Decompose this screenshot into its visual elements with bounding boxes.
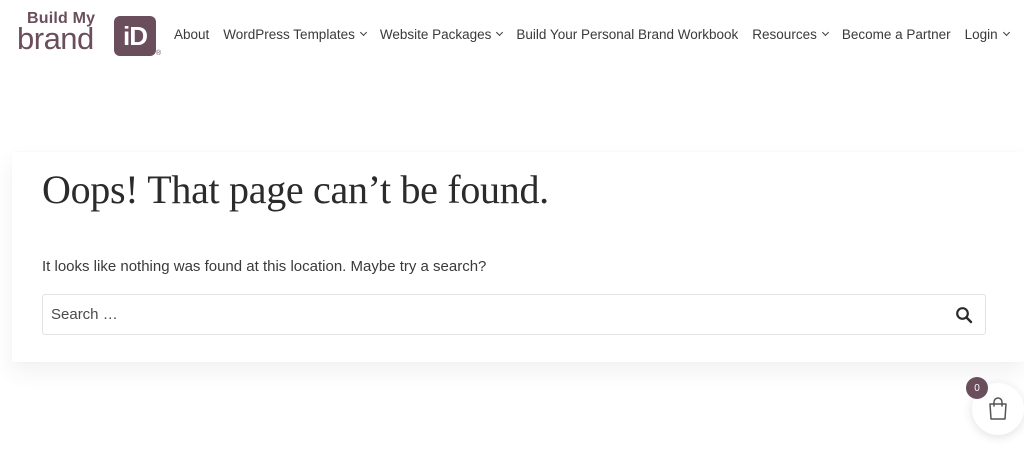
nav-item-workbook[interactable]: Build Your Personal Brand Workbook (516, 27, 738, 42)
chevron-down-icon (359, 28, 367, 37)
search-input[interactable] (43, 295, 943, 334)
nav-item-label: WordPress Templates (223, 26, 355, 42)
primary-nav: About WordPress Templates Website Packag… (174, 24, 1010, 44)
page-title: Oops! That page can’t be found. (42, 167, 549, 212)
nav-item-label: About (174, 26, 210, 42)
shopping-bag-icon (989, 397, 1007, 420)
chevron-down-icon (1002, 28, 1010, 37)
nav-item-label: Become a Partner (841, 26, 951, 42)
nav-item-label: Resources (752, 26, 817, 42)
nav-item-website-packages[interactable]: Website Packages (379, 26, 504, 42)
chevron-down-icon (496, 28, 504, 37)
logo-wordmark: Build My brand (17, 10, 117, 58)
search-button[interactable] (955, 306, 973, 324)
cart-count-badge: 0 (966, 377, 988, 399)
not-found-message: It looks like nothing was found at this … (42, 258, 487, 275)
nav-item-resources[interactable]: Resources (752, 26, 829, 42)
nav-item-wordpress-templates[interactable]: WordPress Templates (223, 26, 367, 42)
not-found-card: Oops! That page can’t be found. It looks… (12, 152, 1024, 362)
nav-item-label: Login (964, 26, 998, 42)
search-form (42, 294, 986, 335)
nav-item-about[interactable]: About (174, 27, 209, 42)
site-header: Build My brand iD ® About WordPress Temp… (0, 0, 1024, 66)
registered-mark: ® (156, 50, 162, 57)
logo-line2: brand (17, 21, 94, 56)
nav-item-label: Build Your Personal Brand Workbook (516, 26, 739, 42)
search-icon (956, 307, 973, 324)
nav-item-login[interactable]: Login (964, 26, 1010, 42)
nav-item-label: Website Packages (379, 26, 492, 42)
chevron-down-icon (821, 28, 829, 37)
logo-badge: iD (114, 16, 156, 56)
nav-item-become-partner[interactable]: Become a Partner (842, 27, 951, 42)
brand-logo[interactable]: Build My brand iD ® (17, 10, 162, 58)
